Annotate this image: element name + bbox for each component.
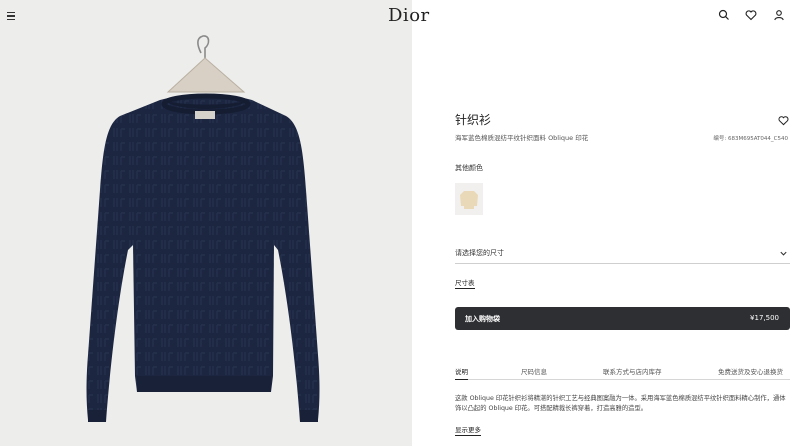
product-description: 这款 Oblique 印花针织衫将精湛的针织工艺与经典图案融为一体。采用海军蓝色… xyxy=(455,395,786,412)
cream-sweater-thumbnail xyxy=(460,191,478,209)
brand-logo[interactable]: Dior xyxy=(388,5,430,26)
size-select-dropdown[interactable]: 请选择您的尺寸 xyxy=(455,245,790,264)
menu-icon[interactable] xyxy=(7,12,15,21)
product-subtitle: 海军蓝色棉质混纺平纹针织面料 Oblique 印花 xyxy=(455,134,589,142)
tab-size-info[interactable]: 尺码信息 xyxy=(521,366,547,376)
top-header: Dior xyxy=(0,0,800,34)
heart-icon[interactable] xyxy=(745,9,757,21)
add-to-wishlist-heart-icon[interactable] xyxy=(778,111,789,126)
product-info-panel: 针织衫 海军蓝色棉质混纺平纹针织面料 Oblique 印花 编号: 683M69… xyxy=(412,0,800,446)
color-swatch-cream[interactable] xyxy=(455,183,483,215)
product-price: ¥17,500 xyxy=(750,314,779,322)
sweater-illustration xyxy=(86,35,320,422)
product-image[interactable] xyxy=(0,0,412,446)
product-reference: 编号: 683M695AT044_C540 xyxy=(713,136,788,142)
size-select-label: 请选择您的尺寸 xyxy=(455,249,504,257)
other-colors-label: 其他颜色 xyxy=(455,164,483,172)
add-to-cart-button[interactable]: 加入购物袋 ¥17,500 xyxy=(455,307,790,330)
chevron-down-icon xyxy=(780,251,787,256)
tab-contact-stock[interactable]: 联系方式与店内库存 xyxy=(603,366,662,376)
search-icon[interactable] xyxy=(718,9,730,21)
size-guide-link[interactable]: 尺寸表 xyxy=(455,277,475,289)
tab-delivery-returns[interactable]: 免费送货及安心退换货 xyxy=(718,366,783,376)
show-more-link[interactable]: 显示更多 xyxy=(455,424,481,436)
info-tabs: 说明 尺码信息 联系方式与店内库存 免费送货及安心退换货 xyxy=(455,362,790,381)
add-to-cart-label: 加入购物袋 xyxy=(465,315,500,323)
tab-description[interactable]: 说明 xyxy=(455,366,468,381)
user-icon[interactable] xyxy=(773,9,785,21)
product-title: 针织衫 xyxy=(455,113,492,127)
